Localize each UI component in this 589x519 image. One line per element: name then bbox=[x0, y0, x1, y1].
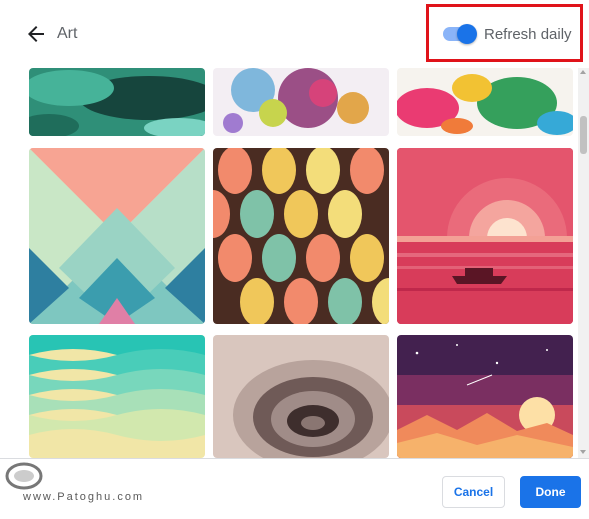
refresh-daily-highlight: Refresh daily bbox=[426, 4, 583, 62]
scroll-thumb[interactable] bbox=[580, 116, 587, 154]
tile-teal-watercolor[interactable] bbox=[29, 68, 205, 136]
wallpaper-grid bbox=[0, 68, 589, 458]
done-button[interactable]: Done bbox=[520, 476, 581, 508]
tile-leaf-pattern[interactable] bbox=[213, 148, 389, 324]
tile-geometric-pastel[interactable] bbox=[29, 148, 205, 324]
refresh-daily-toggle[interactable] bbox=[443, 24, 477, 44]
refresh-daily-label: Refresh daily bbox=[484, 26, 572, 43]
watermark-logo bbox=[4, 461, 44, 491]
tile-teal-waves[interactable] bbox=[29, 335, 205, 458]
scroll-down-icon[interactable] bbox=[580, 450, 586, 454]
tile-splash-watercolor[interactable] bbox=[213, 68, 389, 136]
tile-swirl-sepia[interactable] bbox=[213, 335, 389, 458]
tile-colorful-splash[interactable] bbox=[397, 68, 573, 136]
dialog-footer: Cancel Done bbox=[0, 458, 589, 519]
tile-pink-sunset-boat[interactable] bbox=[397, 148, 573, 324]
toggle-knob bbox=[457, 24, 477, 44]
tile-purple-sunset-mountains[interactable] bbox=[397, 335, 573, 458]
back-arrow-icon[interactable] bbox=[24, 22, 48, 46]
scroll-up-icon[interactable] bbox=[580, 70, 586, 74]
scrollbar[interactable] bbox=[578, 68, 589, 458]
cancel-button[interactable]: Cancel bbox=[442, 476, 505, 508]
page-title: Art bbox=[57, 25, 78, 42]
watermark-text: www.Patoghu.com bbox=[23, 491, 145, 503]
dialog-header: Art Refresh daily bbox=[0, 0, 589, 68]
